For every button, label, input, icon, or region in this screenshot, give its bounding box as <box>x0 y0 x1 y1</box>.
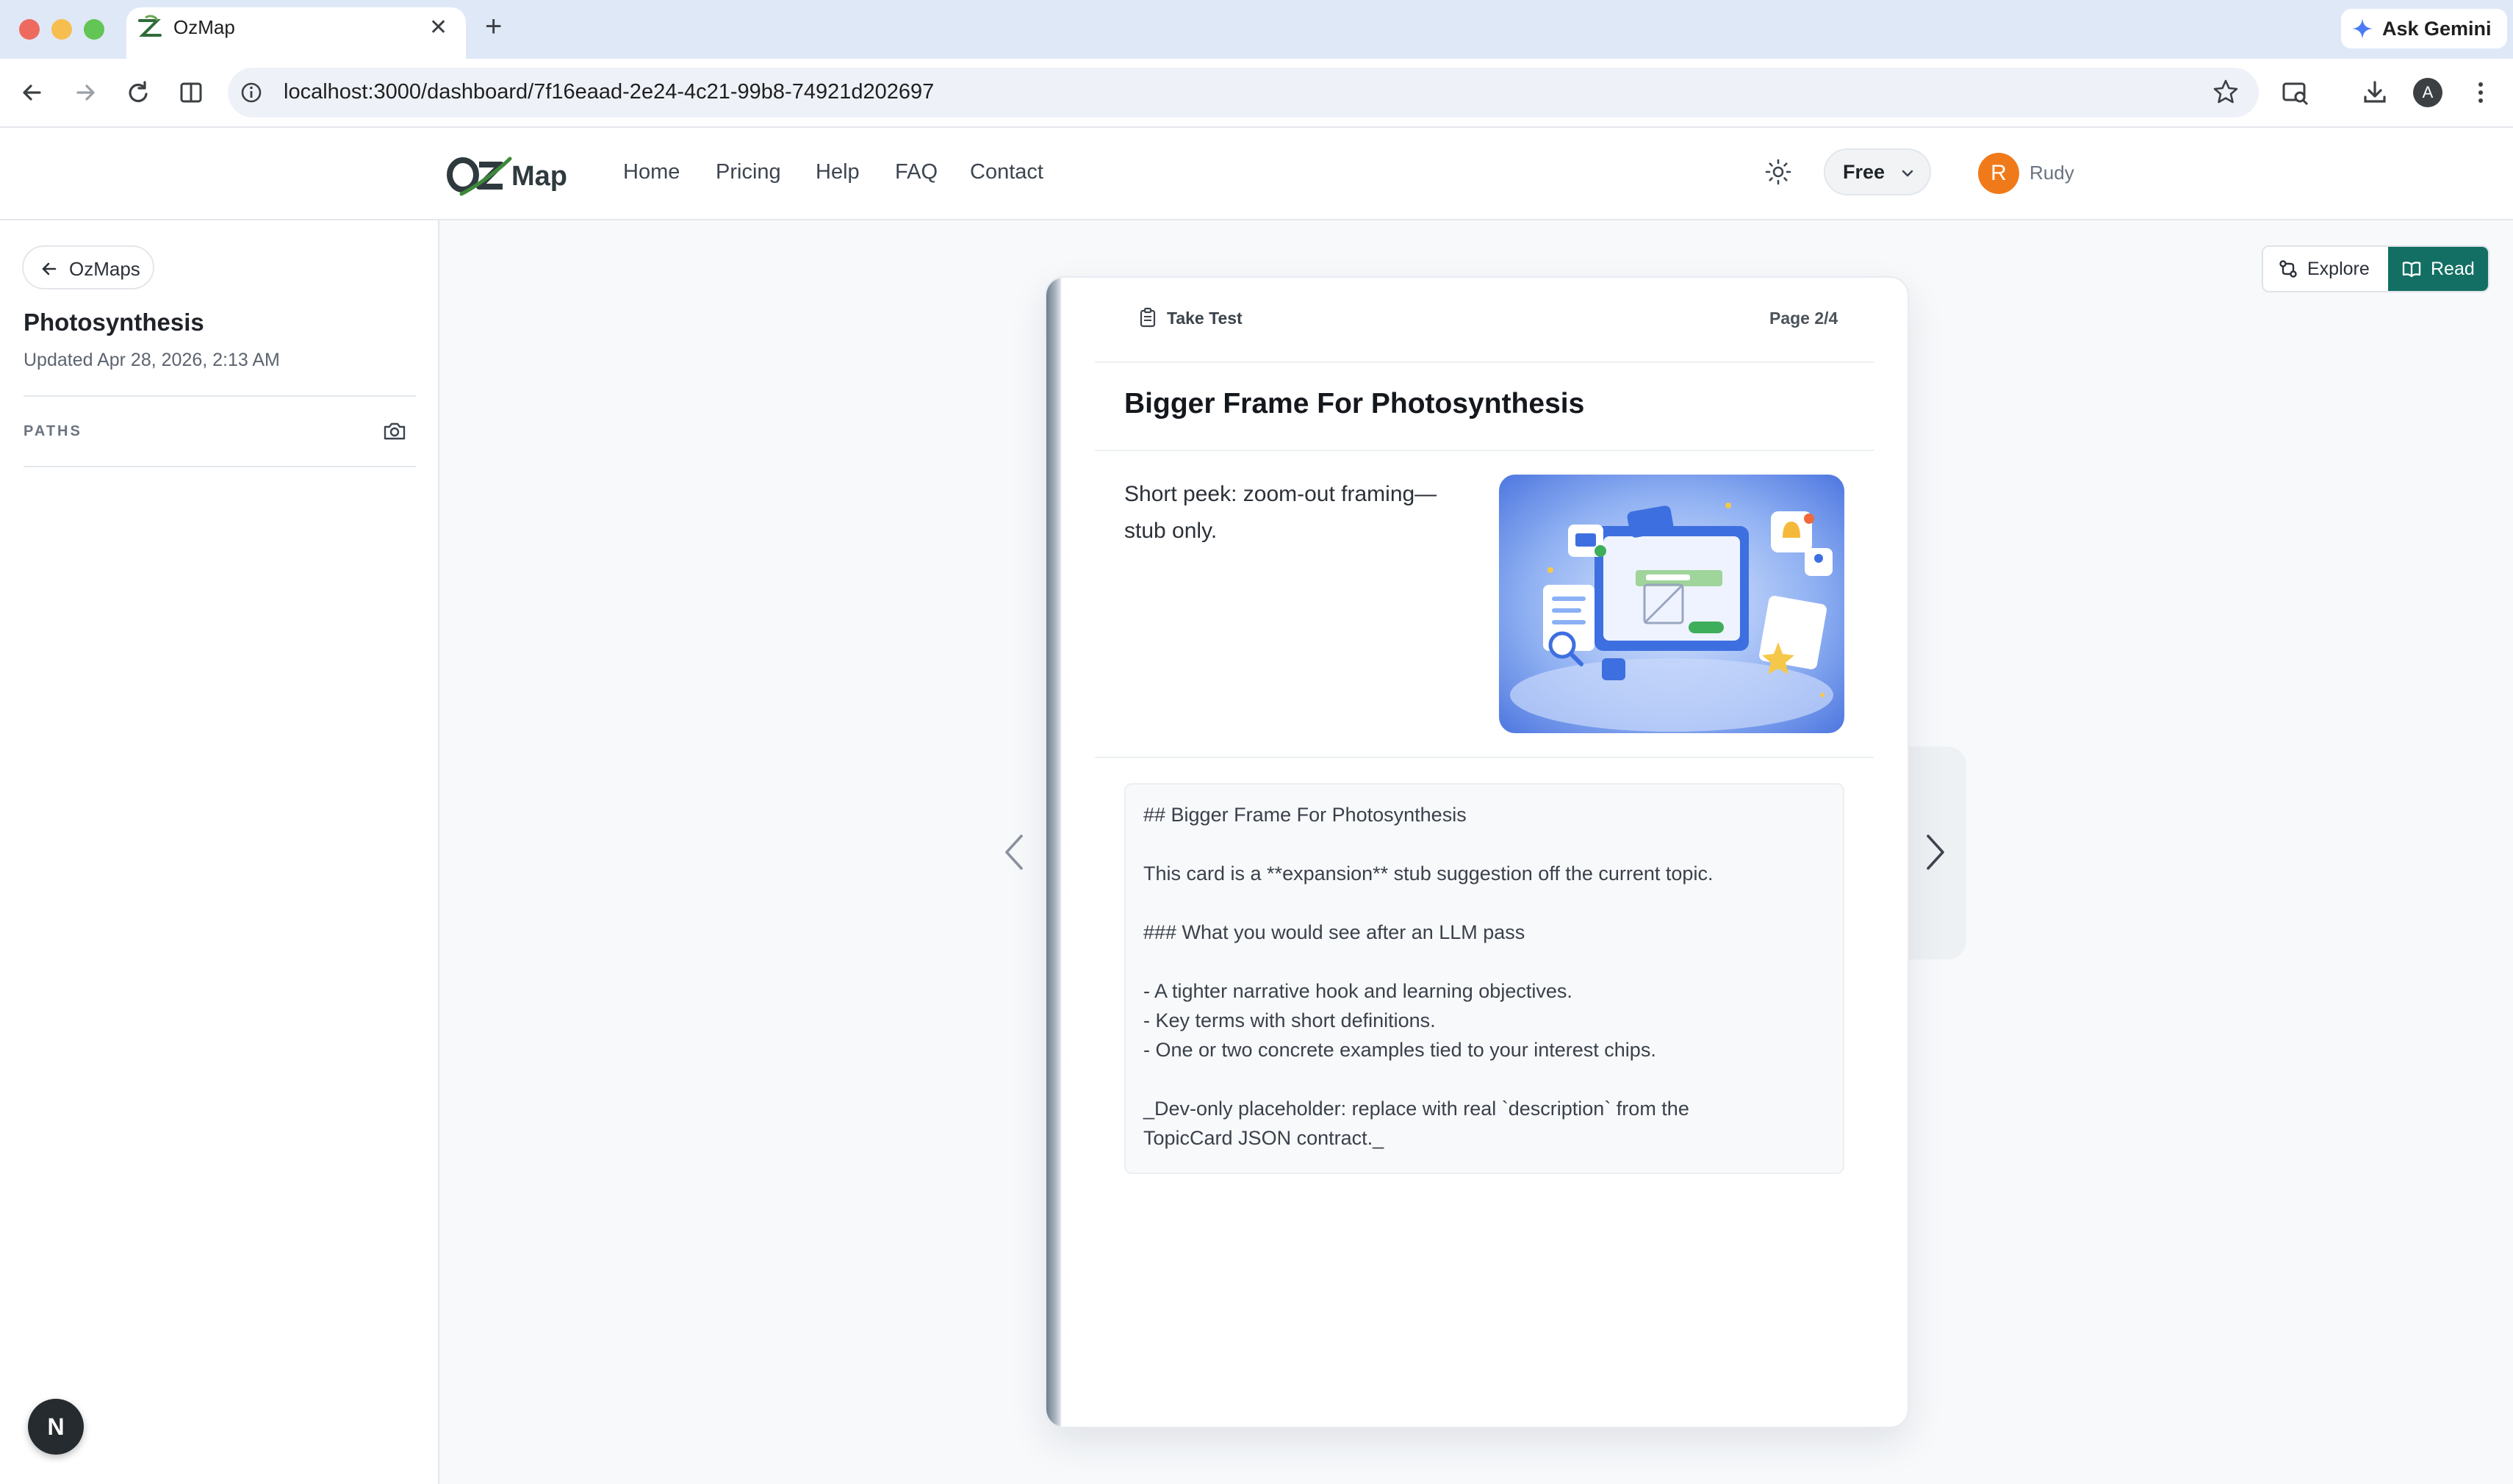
browser-tab-bar: OzMap ✕ + Ask Gemini <box>0 0 2513 59</box>
divider <box>1095 450 1874 451</box>
theme-toggle-sun-icon[interactable] <box>1764 157 1793 187</box>
google-lens-icon[interactable] <box>2279 76 2312 109</box>
back-label: OzMaps <box>69 258 140 280</box>
markdown-line: ## Bigger Frame For Photosynthesis <box>1143 804 1467 826</box>
markdown-line: TopicCard JSON contract._ <box>1143 1127 1384 1149</box>
take-test-label: Take Test <box>1167 309 1243 328</box>
user-name[interactable]: Rudy <box>2030 162 2074 184</box>
plan-label: Free <box>1843 161 1885 183</box>
minimize-window-button[interactable] <box>51 19 72 40</box>
card-title: Bigger Frame For Photosynthesis <box>1124 388 1585 419</box>
profile-avatar[interactable]: A <box>2413 78 2442 107</box>
card-spine <box>1046 278 1061 1427</box>
split-view-icon[interactable] <box>175 76 207 109</box>
paths-heading: PATHS <box>24 423 82 439</box>
markdown-line: - One or two concrete examples tied to y… <box>1143 1039 1656 1061</box>
book-open-icon <box>2402 262 2421 278</box>
map-title: Photosynthesis <box>24 309 204 336</box>
divider <box>1095 757 1874 758</box>
topic-card: Take Test Page 2/4 Bigger Frame For Phot… <box>1045 276 1909 1428</box>
markdown-line: This card is a **expansion** stub sugges… <box>1143 862 1714 885</box>
explore-path-icon <box>2279 260 2297 278</box>
plan-dropdown[interactable]: Free <box>1824 148 1931 195</box>
user-avatar[interactable]: R <box>1978 153 2019 194</box>
markdown-line: - A tighter narrative hook and learning … <box>1143 980 1572 1002</box>
nav-home[interactable]: Home <box>623 160 680 184</box>
markdown-line: - Key terms with short definitions. <box>1143 1009 1436 1031</box>
reload-icon[interactable] <box>122 76 154 109</box>
view-mode-toggle: Explore Read <box>2262 245 2489 292</box>
new-tab-icon[interactable]: + <box>485 10 502 43</box>
back-to-ozmaps-button[interactable]: OzMaps <box>22 245 154 289</box>
topic-illustration <box>1499 475 1844 733</box>
app-header: Map Home Pricing Help FAQ Contact Free R… <box>0 128 2513 220</box>
ask-gemini-button[interactable]: Ask Gemini <box>2341 9 2507 48</box>
divider <box>24 395 416 397</box>
page-indicator: Page 2/4 <box>1769 309 1838 328</box>
maximize-window-button[interactable] <box>84 19 104 40</box>
updated-timestamp: Updated Apr 28, 2026, 2:13 AM <box>24 350 280 370</box>
nav-help[interactable]: Help <box>816 160 860 184</box>
more-menu-icon[interactable] <box>2465 76 2497 109</box>
sidebar: OzMaps Photosynthesis Updated Apr 28, 20… <box>0 220 439 1484</box>
previous-page-chevron-icon[interactable] <box>1001 832 1027 873</box>
nav-contact[interactable]: Contact <box>970 160 1043 184</box>
arrow-left-icon <box>42 262 57 275</box>
url-text[interactable]: localhost:3000/dashboard/7f16eaad-2e24-4… <box>284 80 934 104</box>
read-label: Read <box>2431 259 2475 279</box>
address-bar[interactable]: localhost:3000/dashboard/7f16eaad-2e24-4… <box>228 68 2259 118</box>
markdown-line: ### What you would see after an LLM pass <box>1143 921 1525 943</box>
explore-mode-button[interactable]: Explore <box>2263 247 2388 291</box>
back-arrow-icon[interactable] <box>16 76 48 109</box>
divider <box>1095 361 1874 363</box>
tab-title: OzMap <box>173 16 235 38</box>
chevron-down-icon <box>1902 170 1913 177</box>
next-page-chevron-icon[interactable] <box>1922 832 1949 873</box>
camera-icon[interactable] <box>382 420 407 442</box>
read-mode-button[interactable]: Read <box>2388 247 2488 291</box>
markdown-line: _Dev-only placeholder: replace with real… <box>1143 1098 1689 1120</box>
markdown-description: ## Bigger Frame For Photosynthesis This … <box>1124 783 1844 1174</box>
divider <box>24 466 416 467</box>
site-info-icon[interactable] <box>240 81 263 104</box>
forward-arrow-icon[interactable] <box>69 76 101 109</box>
clipboard-icon <box>1140 307 1156 328</box>
browser-toolbar: localhost:3000/dashboard/7f16eaad-2e24-4… <box>0 59 2513 128</box>
ozmap-favicon-icon <box>138 15 162 37</box>
download-icon[interactable] <box>2359 76 2391 109</box>
ask-gemini-label: Ask Gemini <box>2382 18 2492 40</box>
svg-text:Map: Map <box>511 161 567 192</box>
peek-text: Short peek: zoom-out framing—stub only. <box>1124 482 1437 543</box>
ozmap-logo[interactable]: Map <box>447 148 579 201</box>
nav-pricing[interactable]: Pricing <box>716 160 781 184</box>
gemini-sparkle-icon <box>2352 18 2373 39</box>
nav-faq[interactable]: FAQ <box>895 160 938 184</box>
bookmark-star-icon[interactable] <box>2212 78 2240 106</box>
next-dev-tools-button[interactable]: N <box>28 1399 84 1455</box>
close-window-button[interactable] <box>19 19 40 40</box>
tab-close-icon[interactable]: ✕ <box>429 15 447 40</box>
explore-label: Explore <box>2307 259 2370 279</box>
